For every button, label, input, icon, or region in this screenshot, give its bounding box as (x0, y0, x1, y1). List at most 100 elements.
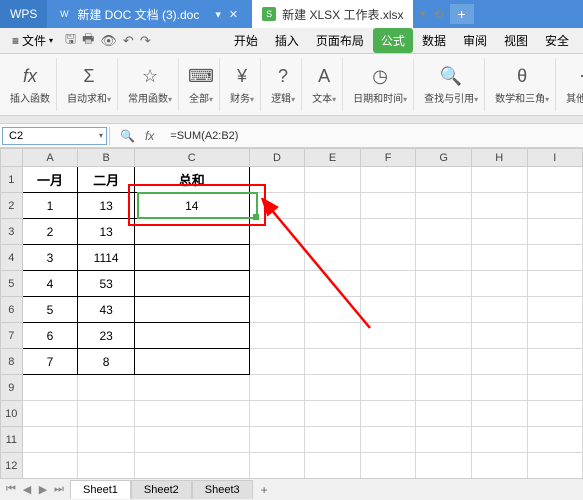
cell[interactable]: 4 (22, 271, 78, 297)
cell[interactable] (249, 167, 305, 193)
tab-view[interactable]: 视图 (496, 28, 536, 53)
cell[interactable] (78, 401, 134, 427)
row-header[interactable]: 8 (1, 349, 23, 375)
math-button[interactable]: θ 数学和三角▾ (489, 58, 556, 111)
cell[interactable] (360, 193, 416, 219)
print-icon[interactable]: 🖶 (82, 30, 94, 52)
name-box[interactable]: ▾ (0, 127, 110, 145)
cell[interactable]: 53 (78, 271, 134, 297)
cell-reference-input[interactable] (2, 127, 107, 145)
financial-button[interactable]: ¥ 财务▾ (224, 58, 261, 111)
cell[interactable] (416, 401, 472, 427)
cell[interactable] (527, 323, 582, 349)
cell[interactable] (134, 401, 249, 427)
tab-dropdown-icon[interactable]: ▾ (419, 7, 425, 21)
col-header[interactable]: F (360, 149, 416, 167)
cell[interactable] (360, 219, 416, 245)
cell[interactable] (471, 375, 527, 401)
col-header[interactable]: C (134, 149, 249, 167)
cell[interactable] (360, 453, 416, 479)
cell[interactable] (416, 323, 472, 349)
cell[interactable]: 2 (22, 219, 78, 245)
cell[interactable] (471, 401, 527, 427)
cell-selected[interactable]: 14 (134, 193, 249, 219)
cell[interactable] (249, 219, 305, 245)
fx-icon[interactable]: fx (145, 129, 154, 143)
tab-insert[interactable]: 插入 (267, 28, 307, 53)
next-sheet-icon[interactable]: ▶ (36, 483, 50, 496)
cell[interactable] (360, 323, 416, 349)
cell[interactable] (305, 375, 361, 401)
row-header[interactable]: 3 (1, 219, 23, 245)
cell[interactable]: 13 (78, 219, 134, 245)
tab-formula[interactable]: 公式 (373, 28, 413, 53)
logical-button[interactable]: ? 逻辑▾ (265, 58, 302, 111)
sheet-tab[interactable]: Sheet1 (70, 480, 131, 499)
cell[interactable] (416, 245, 472, 271)
cell[interactable] (527, 375, 582, 401)
col-header[interactable]: A (22, 149, 78, 167)
insert-function-button[interactable]: fx 插入函数 (4, 58, 57, 111)
cell[interactable]: 13 (78, 193, 134, 219)
cell[interactable] (78, 427, 134, 453)
col-header[interactable]: I (527, 149, 582, 167)
cell[interactable] (305, 219, 361, 245)
tab-review[interactable]: 审阅 (455, 28, 495, 53)
cell[interactable] (416, 453, 472, 479)
cell[interactable]: 3 (22, 245, 78, 271)
namebox-dropdown-icon[interactable]: ▾ (99, 131, 103, 140)
last-sheet-icon[interactable]: ⏭ (52, 483, 66, 496)
save-icon[interactable]: 🖫 (65, 30, 76, 52)
cell[interactable] (471, 219, 527, 245)
cell[interactable] (134, 453, 249, 479)
cell[interactable] (471, 323, 527, 349)
cell[interactable] (305, 401, 361, 427)
search-icon[interactable]: 🔍 (120, 129, 135, 143)
cell[interactable] (527, 349, 582, 375)
cell[interactable] (305, 427, 361, 453)
cell[interactable] (471, 297, 527, 323)
cell[interactable]: 43 (78, 297, 134, 323)
cell[interactable]: 二月 (78, 167, 134, 193)
cell[interactable] (22, 427, 78, 453)
cell[interactable] (134, 375, 249, 401)
cell[interactable] (416, 167, 472, 193)
cell[interactable] (527, 167, 582, 193)
cell[interactable] (360, 297, 416, 323)
row-header[interactable]: 9 (1, 375, 23, 401)
row-header[interactable]: 12 (1, 453, 23, 479)
row-header[interactable]: 11 (1, 427, 23, 453)
cell[interactable] (305, 453, 361, 479)
cell[interactable]: 8 (78, 349, 134, 375)
cell[interactable] (360, 349, 416, 375)
cell[interactable] (471, 349, 527, 375)
cell[interactable]: 23 (78, 323, 134, 349)
cell[interactable] (360, 271, 416, 297)
cell[interactable] (78, 375, 134, 401)
cell[interactable] (527, 427, 582, 453)
cell[interactable] (249, 401, 305, 427)
cell[interactable]: 7 (22, 349, 78, 375)
col-header[interactable]: E (305, 149, 361, 167)
cell[interactable] (305, 349, 361, 375)
cell[interactable] (249, 349, 305, 375)
cell[interactable] (305, 245, 361, 271)
tab-pagelayout[interactable]: 页面布局 (308, 28, 372, 53)
cell[interactable] (360, 401, 416, 427)
tab-security[interactable]: 安全 (537, 28, 577, 53)
row-header[interactable]: 7 (1, 323, 23, 349)
cell[interactable] (360, 245, 416, 271)
new-tab-button[interactable]: + (450, 4, 474, 24)
tab-data[interactable]: 数据 (414, 28, 454, 53)
col-header[interactable]: D (249, 149, 305, 167)
spreadsheet-grid[interactable]: A B C D E F G H I 1 一月 二月 总和 2 1 13 14 3… (0, 148, 583, 488)
cell[interactable] (527, 219, 582, 245)
cell[interactable] (22, 401, 78, 427)
sheet-tab[interactable]: Sheet3 (192, 480, 253, 499)
cell[interactable]: 1 (22, 193, 78, 219)
cell[interactable] (471, 167, 527, 193)
cell[interactable] (527, 297, 582, 323)
cell[interactable] (305, 297, 361, 323)
cell[interactable] (471, 427, 527, 453)
lookup-button[interactable]: 🔍 查找与引用▾ (418, 58, 485, 111)
